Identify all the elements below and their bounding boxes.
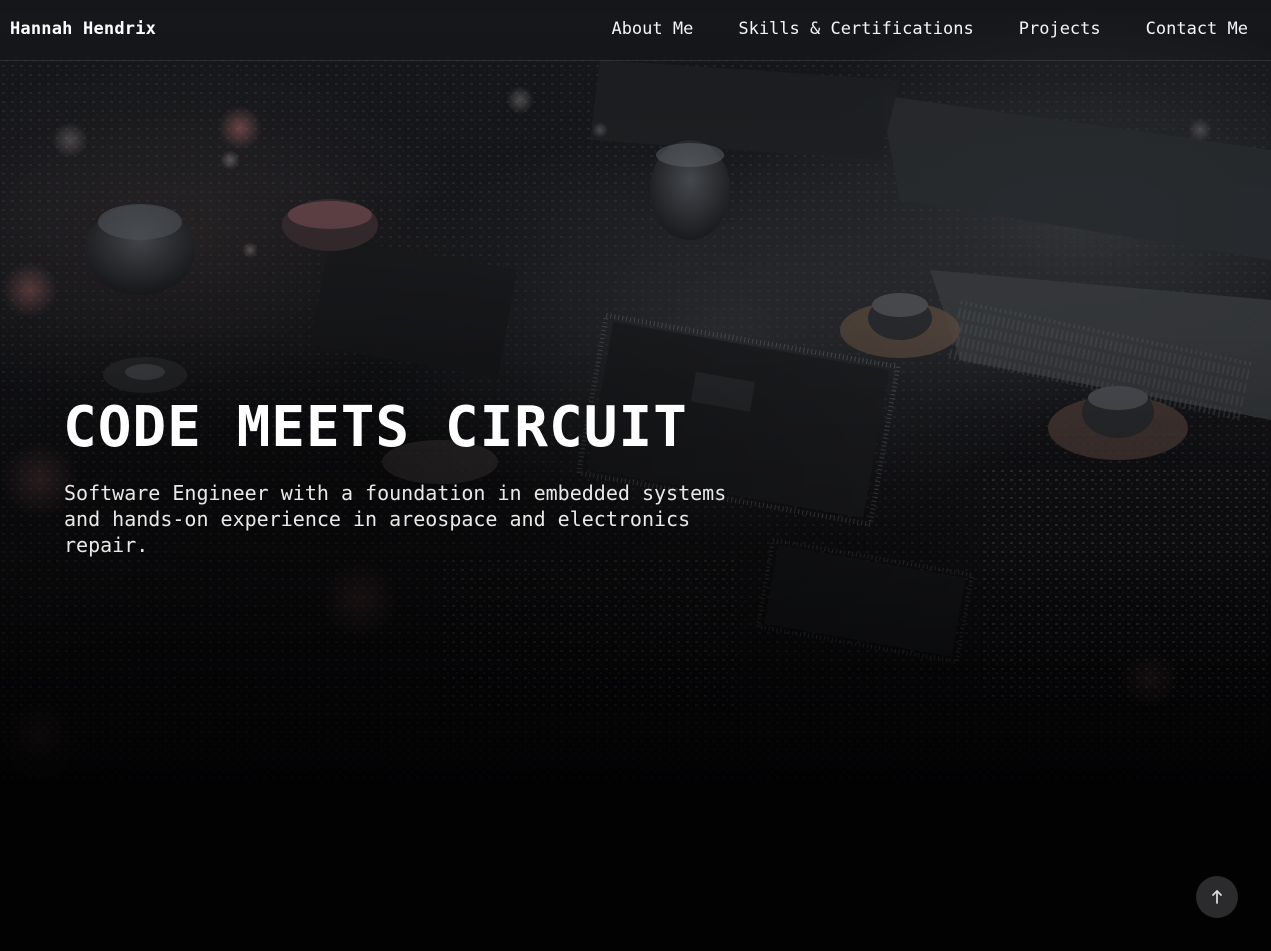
hero-subtitle: Software Engineer with a foundation in e… <box>64 481 727 557</box>
nav-links: About Me Skills & Certifications Project… <box>611 19 1248 39</box>
top-nav: Hannah Hendrix About Me Skills & Certifi… <box>0 0 1271 61</box>
nav-link-projects[interactable]: Projects <box>1019 19 1101 39</box>
page: Hannah Hendrix About Me Skills & Certifi… <box>0 0 1271 951</box>
nav-link-contact-me[interactable]: Contact Me <box>1146 19 1248 39</box>
nav-link-skills-certifications[interactable]: Skills & Certifications <box>738 19 973 39</box>
hero-title: CODE MEETS CIRCUIT <box>63 395 688 460</box>
scroll-to-top-button[interactable] <box>1196 876 1238 918</box>
brand-name[interactable]: Hannah Hendrix <box>10 19 156 39</box>
arrow-up-icon <box>1211 890 1223 904</box>
nav-link-about-me[interactable]: About Me <box>611 19 693 39</box>
